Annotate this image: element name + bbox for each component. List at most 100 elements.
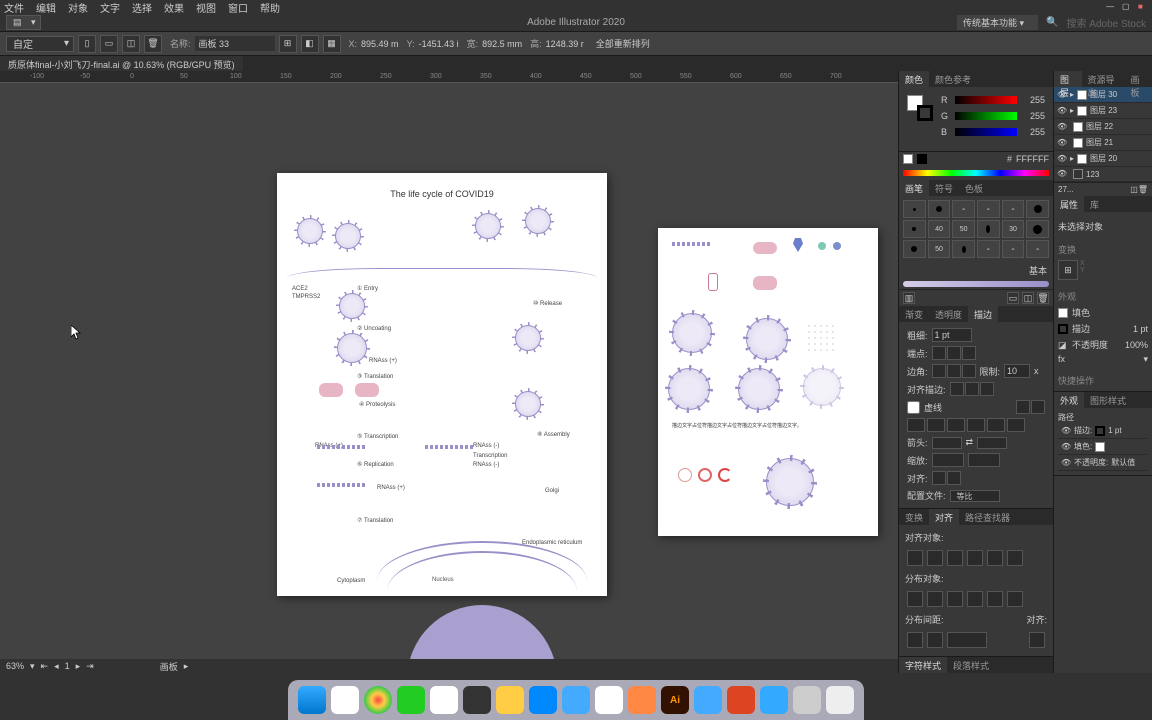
brush-item[interactable]: - (952, 200, 975, 218)
dash-input[interactable] (947, 418, 965, 432)
hex-value[interactable]: FFFFFF (1016, 154, 1049, 164)
align-center-icon[interactable] (950, 382, 964, 396)
brush-item[interactable]: - (977, 240, 1000, 258)
layer-row[interactable]: 👁 图层 22 (1054, 119, 1152, 135)
nav-prev-icon[interactable]: ◂ (54, 661, 59, 672)
align-to-select[interactable] (1029, 632, 1045, 648)
y-value[interactable]: -1451.43 i (419, 39, 459, 49)
corner-bevel-icon[interactable] (962, 364, 976, 378)
preset-dropdown[interactable]: 自定 (6, 36, 74, 52)
ref-point-grid[interactable]: ⊞ (1058, 260, 1078, 280)
corner-miter-icon[interactable] (932, 364, 946, 378)
corner-round-icon[interactable] (947, 364, 961, 378)
illustrator-icon[interactable]: Ai (661, 686, 689, 714)
fill-swatch[interactable] (1058, 308, 1068, 318)
dist-bottom-icon[interactable] (947, 591, 963, 607)
tab-appearance[interactable]: 外观 (1054, 392, 1084, 408)
g-slider[interactable] (955, 112, 1017, 120)
delete-artboard-icon[interactable]: 🗑 (144, 35, 162, 53)
b-slider[interactable] (955, 128, 1017, 136)
limit-input[interactable] (1004, 364, 1030, 378)
layer-row[interactable]: 👁▸图层 20 (1054, 151, 1152, 167)
menu-type[interactable]: 文字 (100, 0, 120, 15)
layer-name[interactable]: 图层 22 (1086, 121, 1113, 132)
dist-hcenter-icon[interactable] (987, 591, 1003, 607)
artboard-1[interactable]: The life cycle of COVID19 ACE2 TMPRSS2 ①… (277, 173, 607, 596)
stroke-swatch[interactable] (917, 105, 933, 121)
brush-new-icon[interactable]: ◫ (1022, 292, 1034, 304)
dist-left-icon[interactable] (967, 591, 983, 607)
safari-icon[interactable] (529, 686, 557, 714)
artboard-name-input[interactable] (195, 36, 275, 51)
visibility-icon[interactable]: 👁 (1057, 138, 1067, 148)
layer-name[interactable]: 123 (1086, 170, 1099, 179)
wechat-icon[interactable] (397, 686, 425, 714)
dist-right-icon[interactable] (1007, 591, 1023, 607)
opacity-val[interactable]: 100% (1125, 340, 1148, 350)
expand-icon[interactable]: ▸ (1070, 106, 1074, 115)
fx-add-icon[interactable]: ▾ (1143, 354, 1148, 365)
visibility-icon[interactable]: 👁 (1057, 169, 1067, 179)
close-icon[interactable]: ■ (1138, 2, 1148, 12)
color-spectrum[interactable] (903, 170, 1049, 176)
tab-libraries[interactable]: 库 (1084, 196, 1105, 212)
align-hcenter-icon[interactable] (927, 550, 943, 566)
brush-item[interactable] (952, 240, 975, 258)
app-icon[interactable] (430, 686, 458, 714)
artboard-num[interactable]: 1 (65, 661, 70, 671)
menu-select[interactable]: 选择 (132, 0, 152, 15)
scale-end-input[interactable] (968, 453, 1000, 467)
brush-item[interactable] (903, 240, 926, 258)
cap-round-icon[interactable] (947, 346, 961, 360)
align-top-icon[interactable] (967, 550, 983, 566)
h-value[interactable]: 1248.39 r (546, 39, 584, 49)
gap-input[interactable] (927, 418, 945, 432)
dash-input[interactable] (987, 418, 1005, 432)
tab-symbols[interactable]: 符号 (929, 180, 959, 196)
tab-layers[interactable]: 图层 (1054, 71, 1082, 87)
word-icon[interactable] (694, 686, 722, 714)
menu-edit[interactable]: 编辑 (36, 0, 56, 15)
brush-item[interactable]: 30 (1002, 220, 1025, 238)
arrow-start-select[interactable] (932, 437, 962, 449)
gap-input[interactable] (1007, 418, 1025, 432)
tab-stroke[interactable]: 描边 (968, 306, 998, 322)
tab-asset-export[interactable]: 资源导出 (1082, 71, 1125, 87)
app-icon[interactable] (628, 686, 656, 714)
b-value[interactable]: 255 (1021, 127, 1045, 137)
brush-item[interactable] (928, 200, 951, 218)
visibility-icon[interactable]: 👁 (1057, 122, 1067, 132)
visibility-icon[interactable]: 👁 (1061, 458, 1071, 468)
tab-para-styles[interactable]: 段落样式 (947, 657, 995, 673)
stroke-val[interactable]: 1 pt (1133, 324, 1148, 334)
ref-point-icon[interactable]: ⊞ (279, 35, 297, 53)
swap-arrow-icon[interactable]: ⇄ (966, 437, 974, 448)
g-value[interactable]: 255 (1021, 111, 1045, 121)
nav-last-icon[interactable]: ⇥ (86, 661, 94, 672)
dist-hspace-icon[interactable] (927, 632, 943, 648)
visibility-icon[interactable]: 👁 (1057, 106, 1067, 116)
w-value[interactable]: 892.5 mm (482, 39, 522, 49)
dist-top-icon[interactable] (907, 591, 923, 607)
cap-square-icon[interactable] (962, 346, 976, 360)
nav-next-icon[interactable]: ▸ (76, 661, 81, 672)
tab-char-styles[interactable]: 字符样式 (899, 657, 947, 673)
brush-item[interactable]: 50 (952, 220, 975, 238)
layer-del-icon[interactable]: 🗑 (1138, 185, 1148, 194)
dash-input[interactable] (907, 418, 925, 432)
layer-row[interactable]: 👁 123 (1054, 167, 1152, 182)
tab-artboards[interactable]: 画板 (1125, 71, 1152, 87)
tab-swatches[interactable]: 色板 (959, 180, 989, 196)
trash-icon[interactable] (826, 686, 854, 714)
brush-item[interactable]: - (977, 200, 1000, 218)
profile-select[interactable]: 等比 (950, 490, 1000, 502)
brush-item[interactable] (1026, 200, 1049, 218)
x-value[interactable]: 895.49 m (361, 39, 399, 49)
dist-vcenter-icon[interactable] (927, 591, 943, 607)
expand-icon[interactable]: ▸ (1070, 90, 1074, 99)
zoom-value[interactable]: 63% (6, 661, 24, 671)
minimize-icon[interactable]: — (1106, 2, 1116, 12)
brush-del-icon[interactable]: 🗑 (1037, 292, 1049, 304)
tab-transparency[interactable]: 透明度 (929, 306, 968, 322)
expand-icon[interactable]: ▸ (1070, 154, 1074, 163)
